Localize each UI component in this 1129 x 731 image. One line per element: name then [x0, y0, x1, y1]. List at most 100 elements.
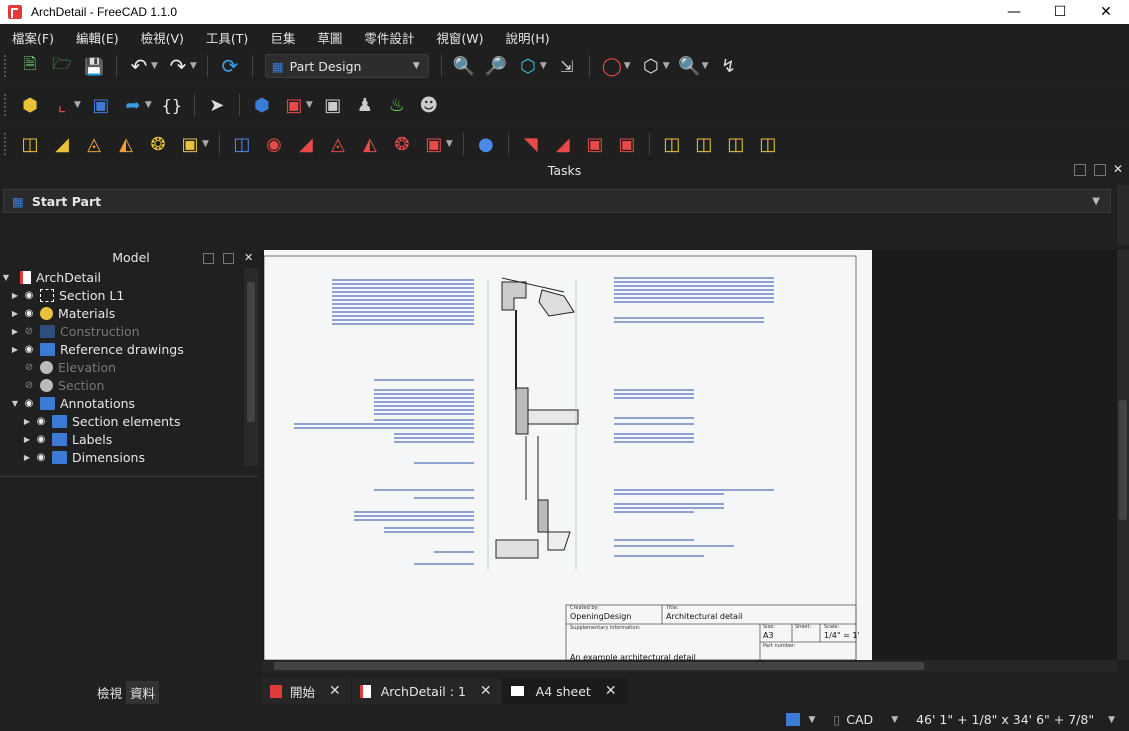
- tab-data[interactable]: 資料: [126, 681, 160, 704]
- tree-item-labels[interactable]: ▶ ◉ Labels: [0, 430, 244, 448]
- techdraw-view[interactable]: Created by: OpeningDesign Title: Archite…: [262, 250, 1117, 662]
- save-icon[interactable]: 💾: [82, 54, 106, 78]
- part-icon[interactable]: ⬢: [18, 93, 42, 117]
- chevron-down-icon[interactable]: ▼: [190, 61, 197, 71]
- subtractive-loft-icon[interactable]: ◬: [326, 132, 350, 156]
- workbench-selector[interactable]: ▦ Part Design ▼: [264, 54, 429, 78]
- restore-panel-icon[interactable]: [1094, 164, 1106, 176]
- menu-macro[interactable]: 巨集: [270, 28, 295, 47]
- toolbar-grip[interactable]: [4, 55, 8, 77]
- pad-icon[interactable]: ◫: [18, 132, 42, 156]
- select-filter-icon[interactable]: ➤: [205, 93, 229, 117]
- chevron-down-icon[interactable]: ▼: [663, 61, 670, 71]
- eye-icon[interactable]: ◉: [34, 416, 48, 427]
- redo-icon[interactable]: ↷: [166, 54, 190, 78]
- expand-arrow-icon[interactable]: ▶: [10, 345, 20, 354]
- chevron-down-icon[interactable]: ▼: [145, 100, 152, 110]
- tree-item-elevation[interactable]: ⊘ Elevation: [0, 358, 244, 376]
- bounding-box-icon[interactable]: ⬡: [639, 54, 663, 78]
- groove-icon[interactable]: ◢: [294, 132, 318, 156]
- hole-icon[interactable]: ◉: [262, 132, 286, 156]
- link-icon[interactable]: ➦: [121, 93, 145, 117]
- sketch-icon[interactable]: ▣: [282, 93, 306, 117]
- toolbar-grip[interactable]: [4, 94, 8, 116]
- menu-help[interactable]: 說明(H): [505, 28, 549, 47]
- tree-item-dimensions[interactable]: ▶ ◉ Dimensions: [0, 448, 244, 466]
- additive-primitive-icon[interactable]: ▣: [178, 132, 202, 156]
- isometric-view-icon[interactable]: ⬡: [516, 54, 540, 78]
- maximize-button[interactable]: ☐: [1037, 0, 1083, 24]
- subtractive-primitive-icon[interactable]: ▣: [422, 132, 446, 156]
- drawing-vertical-scrollbar[interactable]: [1117, 250, 1129, 660]
- expand-arrow-icon[interactable]: ▶: [22, 417, 32, 426]
- additive-helix-icon[interactable]: ❂: [146, 132, 170, 156]
- chevron-down-icon[interactable]: ▼: [702, 61, 709, 71]
- tasks-scrollbar[interactable]: [1117, 185, 1129, 245]
- pocket-icon[interactable]: ◫: [230, 132, 254, 156]
- linear-pattern-icon[interactable]: ◫: [692, 132, 716, 156]
- restore-panel-icon[interactable]: [223, 253, 234, 264]
- tab-model[interactable]: 檢視: [93, 681, 126, 704]
- close-button[interactable]: ✕: [1083, 0, 1129, 24]
- additive-loft-icon[interactable]: ◬: [82, 132, 106, 156]
- start-part-task[interactable]: ▦ Start Part ▼: [3, 189, 1111, 213]
- subtractive-helix-icon[interactable]: ❂: [390, 132, 414, 156]
- revolution-icon[interactable]: ◢: [50, 132, 74, 156]
- collapse-arrow-icon[interactable]: ▼: [1, 273, 11, 282]
- tree-item-section-elements[interactable]: ▶ ◉ Section elements: [0, 412, 244, 430]
- fit-all-icon[interactable]: 🔍: [452, 54, 476, 78]
- model-tree-scrollbar[interactable]: [244, 268, 258, 466]
- fillet-icon[interactable]: ◥: [519, 132, 543, 156]
- collapse-arrow-icon[interactable]: ▼: [10, 399, 20, 408]
- eye-icon[interactable]: ◉: [22, 398, 36, 409]
- menu-view[interactable]: 檢視(V): [141, 28, 184, 47]
- chevron-down-icon[interactable]: ▼: [151, 61, 158, 71]
- tree-item-reference-drawings[interactable]: ▶ ◉ Reference drawings: [0, 340, 244, 358]
- refresh-icon[interactable]: ⟳: [218, 54, 242, 78]
- close-panel-icon[interactable]: ✕: [244, 251, 253, 264]
- expand-arrow-icon[interactable]: ▶: [10, 309, 20, 318]
- menu-tools[interactable]: 工具(T): [206, 28, 248, 47]
- menu-file[interactable]: 檔案(F): [12, 28, 54, 47]
- tree-item-construction[interactable]: ▶ ⊘ Construction: [0, 322, 244, 340]
- menu-sketch[interactable]: 草圖: [317, 28, 342, 47]
- eye-icon[interactable]: ◉: [34, 434, 48, 445]
- variable-set-icon[interactable]: {}: [160, 93, 184, 117]
- validate-sketch-icon[interactable]: ▣: [321, 93, 345, 117]
- thickness-icon[interactable]: ▣: [615, 132, 639, 156]
- navigation-style[interactable]: CAD: [846, 712, 873, 727]
- close-tab-icon[interactable]: ✕: [605, 683, 617, 699]
- mirrored-icon[interactable]: ◫: [660, 132, 684, 156]
- eye-hidden-icon[interactable]: ⊘: [22, 380, 36, 391]
- float-panel-icon[interactable]: [1074, 164, 1086, 176]
- chevron-down-icon[interactable]: ▼: [808, 715, 815, 725]
- close-tab-icon[interactable]: ✕: [329, 683, 341, 699]
- chevron-down-icon[interactable]: ▼: [1092, 196, 1100, 207]
- boolean-icon[interactable]: ●: [474, 132, 498, 156]
- toolbar-grip[interactable]: [4, 133, 8, 155]
- eye-icon[interactable]: ◉: [22, 308, 36, 319]
- chamfer-icon[interactable]: ◢: [551, 132, 575, 156]
- drawing-sheet[interactable]: Created by: OpeningDesign Title: Archite…: [263, 250, 872, 662]
- expand-arrow-icon[interactable]: ▶: [22, 453, 32, 462]
- chevron-down-icon[interactable]: ▼: [306, 100, 313, 110]
- subshape-binder-icon[interactable]: ♨: [385, 93, 409, 117]
- body-icon[interactable]: ⬢: [250, 93, 274, 117]
- tab-start[interactable]: 開始 ✕: [262, 678, 352, 704]
- polar-pattern-icon[interactable]: ◫: [724, 132, 748, 156]
- measure-icon[interactable]: ⇲: [555, 54, 579, 78]
- zoom-icon[interactable]: 🔍: [678, 54, 702, 78]
- expand-arrow-icon[interactable]: ▶: [10, 291, 20, 300]
- clone-icon[interactable]: ☻: [417, 93, 441, 117]
- subtractive-pipe-icon[interactable]: ◭: [358, 132, 382, 156]
- chevron-down-icon[interactable]: ▼: [891, 715, 898, 725]
- tree-item-materials[interactable]: ▶ ◉ Materials: [0, 304, 244, 322]
- draw-style-icon[interactable]: ◯: [600, 54, 624, 78]
- display-mode-icon[interactable]: [786, 713, 801, 726]
- minimize-button[interactable]: —: [991, 0, 1037, 24]
- additive-pipe-icon[interactable]: ◭: [114, 132, 138, 156]
- menu-part-design[interactable]: 零件設計: [364, 28, 414, 47]
- tree-item-section[interactable]: ⊘ Section: [0, 376, 244, 394]
- tree-item-annotations[interactable]: ▼ ◉ Annotations: [0, 394, 244, 412]
- chevron-down-icon[interactable]: ▼: [74, 100, 81, 110]
